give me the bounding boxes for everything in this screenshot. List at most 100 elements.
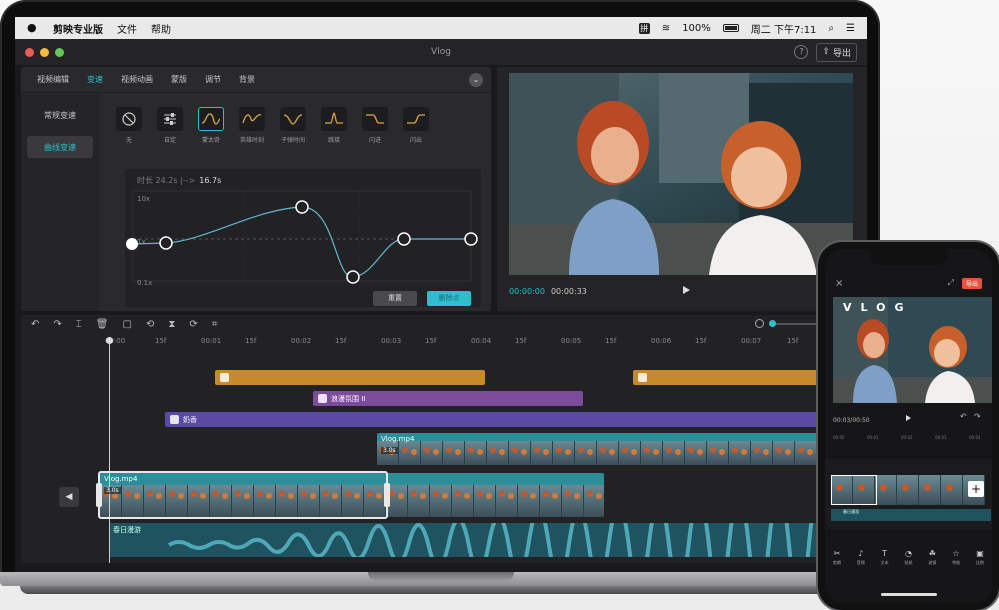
nav-effects[interactable]: ☆ 特效 bbox=[952, 549, 960, 579]
preset-montage[interactable]: 蒙太奇 bbox=[197, 107, 225, 144]
nav-label: 音频 bbox=[856, 560, 865, 565]
curve-point[interactable] bbox=[126, 238, 138, 250]
redo-icon[interactable]: ↷ bbox=[53, 319, 61, 330]
rotate-icon[interactable]: ⟳ bbox=[189, 319, 197, 330]
phone-undo-icon[interactable]: ↶ bbox=[960, 412, 967, 421]
mirror-icon[interactable]: ⧗ bbox=[168, 319, 175, 330]
export-button[interactable]: ⇪ 导出 bbox=[816, 42, 857, 62]
wifi-icon[interactable]: ≋ bbox=[662, 23, 670, 34]
trim-handle-left[interactable] bbox=[96, 483, 102, 507]
tab-video-edit[interactable]: 视频编辑 bbox=[37, 74, 69, 85]
zoom-out-icon[interactable] bbox=[755, 319, 764, 328]
menu-file[interactable]: 文件 bbox=[117, 21, 137, 36]
fullscreen-icon[interactable]: ⤢ bbox=[948, 278, 954, 288]
preset-custom[interactable]: 自定 bbox=[156, 107, 184, 144]
curve-point[interactable] bbox=[159, 236, 173, 250]
nav-filter[interactable]: ☘ 滤镜 bbox=[928, 549, 936, 579]
battery-icon[interactable] bbox=[722, 24, 739, 32]
preset-jump-cut[interactable]: 跳接 bbox=[320, 107, 348, 144]
home-indicator bbox=[881, 593, 937, 596]
nav-ratio[interactable]: ▣ 比例 bbox=[976, 549, 984, 579]
curve-montage-icon bbox=[201, 113, 221, 125]
curve-point[interactable] bbox=[295, 200, 309, 214]
phone-selected-clip[interactable] bbox=[831, 475, 877, 505]
play-icon[interactable] bbox=[683, 286, 690, 294]
tab-video-animation[interactable]: 视频动画 bbox=[121, 74, 153, 85]
curve-point[interactable] bbox=[397, 232, 411, 246]
ruler-tick: 00:04 bbox=[969, 435, 981, 440]
ratio-icon: ▣ bbox=[976, 549, 984, 558]
minimize-window-button[interactable] bbox=[40, 47, 49, 57]
close-icon[interactable]: × bbox=[835, 278, 843, 289]
curve-point[interactable] bbox=[464, 232, 478, 246]
audio-clip[interactable]: 奶香 bbox=[165, 412, 867, 427]
freeze-icon[interactable]: ▢ bbox=[122, 319, 131, 330]
split-icon[interactable]: ⌶ bbox=[76, 319, 82, 330]
tab-mask[interactable]: 蒙版 bbox=[171, 74, 187, 85]
phone-redo-icon[interactable]: ↷ bbox=[974, 412, 981, 421]
audio-waveform bbox=[167, 523, 831, 557]
preset-hero-moment[interactable]: 英雄时刻 bbox=[238, 107, 266, 144]
delete-point-button[interactable]: 删除点 bbox=[427, 291, 471, 306]
clock[interactable]: 周二 下午7:11 bbox=[751, 21, 817, 36]
speed-side-nav: 常规变速 曲线变速 bbox=[21, 94, 99, 311]
zoom-slider-knob[interactable] bbox=[769, 319, 776, 327]
undo-icon[interactable]: ↶ bbox=[31, 319, 39, 330]
speed-curve-graph[interactable]: 10x 1x 0.1x bbox=[125, 169, 481, 307]
search-icon[interactable]: ⌕ bbox=[828, 23, 834, 34]
effect-clip[interactable]: 浪漫氛围 II bbox=[313, 391, 583, 406]
control-center-icon[interactable]: ☰ bbox=[846, 23, 855, 34]
mute-track-button[interactable]: ◀ bbox=[59, 487, 79, 507]
tab-speed[interactable]: 变速 bbox=[87, 74, 103, 85]
ruler-tick: 15f bbox=[787, 337, 799, 345]
timeline-ruler[interactable]: 00:00 15f 00:01 15f 00:02 15f 00:03 15f … bbox=[97, 335, 867, 349]
music-icon bbox=[170, 415, 179, 424]
preview-controls: 00:00:00 00:00:33 原始 bbox=[509, 281, 853, 301]
laptop-screen: ● 剪映专业版 文件 帮助 拼 ≋ 100% 周二 下午7:11 ⌕ ☰ Vlo… bbox=[15, 17, 867, 572]
chevron-down-icon[interactable]: ⌄ bbox=[469, 73, 483, 87]
tab-background[interactable]: 背景 bbox=[239, 74, 255, 85]
preset-flash-in[interactable]: 闪进 bbox=[361, 107, 389, 144]
speed-curve-editor[interactable]: 时长 24.2s |--> 16.7s 10x 1x 0.1x 重置 删除点 bbox=[125, 169, 481, 307]
preview-video-frame[interactable] bbox=[509, 73, 853, 275]
ruler-tick: 15f bbox=[245, 337, 257, 345]
sticker-icon bbox=[638, 373, 647, 382]
input-method-icon[interactable]: 拼 bbox=[638, 22, 650, 34]
nav-sticker[interactable]: ◔ 贴纸 bbox=[904, 549, 912, 579]
export-icon: ⇪ bbox=[822, 47, 830, 57]
audio-clip-label: 奶香 bbox=[183, 415, 197, 424]
side-item-curve-speed[interactable]: 曲线变速 bbox=[27, 136, 93, 158]
reverse-icon[interactable]: ⟲ bbox=[146, 319, 154, 330]
menu-help[interactable]: 帮助 bbox=[151, 21, 171, 36]
music-track[interactable]: 春日漫游 bbox=[109, 523, 839, 557]
crop-icon[interactable]: ⌗ bbox=[212, 319, 218, 330]
trim-handle-right[interactable] bbox=[384, 483, 390, 507]
help-icon[interactable]: ? bbox=[794, 45, 809, 59]
close-window-button[interactable] bbox=[25, 47, 34, 57]
phone-play-icon[interactable] bbox=[906, 415, 911, 421]
preset-none[interactable]: 无 bbox=[115, 107, 143, 144]
curve-point[interactable] bbox=[346, 270, 360, 284]
reset-button[interactable]: 重置 bbox=[373, 291, 417, 306]
menu-app-name[interactable]: 剪映专业版 bbox=[53, 21, 103, 36]
apple-icon[interactable]: ● bbox=[27, 22, 37, 34]
video-clip-overlay[interactable]: Vlog.mp4 3.0s bbox=[377, 433, 867, 465]
playhead[interactable] bbox=[106, 337, 113, 563]
nav-audio[interactable]: ♪ 音频 bbox=[857, 549, 865, 579]
selected-clip-frame[interactable] bbox=[96, 471, 390, 519]
preset-flash-out[interactable]: 闪出 bbox=[402, 107, 430, 144]
preset-bullet-time[interactable]: 子弹时间 bbox=[279, 107, 307, 144]
phone-export-button[interactable]: 导出 bbox=[961, 277, 982, 289]
delete-icon[interactable]: 🗑 bbox=[96, 319, 109, 330]
nav-edit[interactable]: ✂ 剪辑 bbox=[833, 549, 841, 579]
nav-text[interactable]: T 文本 bbox=[881, 549, 889, 579]
timeline-toolbar: ↶ ↷ ⌶ 🗑 ▢ ⟲ ⧗ ⟳ ⌗ bbox=[21, 315, 867, 333]
phone-music-track[interactable]: 春日漫游 bbox=[831, 509, 991, 521]
add-clip-button[interactable]: + bbox=[968, 481, 984, 497]
sticker-clip[interactable] bbox=[215, 370, 485, 385]
side-item-normal-speed[interactable]: 常规变速 bbox=[27, 104, 93, 126]
tab-adjust[interactable]: 调节 bbox=[205, 74, 221, 85]
zoom-window-button[interactable] bbox=[55, 47, 64, 57]
curve-presets: 无 自定 蒙太奇 英雄时刻 子弹时间 跳接 闪进 闪出 bbox=[115, 107, 430, 144]
laptop-bezel: ● 剪映专业版 文件 帮助 拼 ≋ 100% 周二 下午7:11 ⌕ ☰ Vlo… bbox=[0, 0, 880, 580]
